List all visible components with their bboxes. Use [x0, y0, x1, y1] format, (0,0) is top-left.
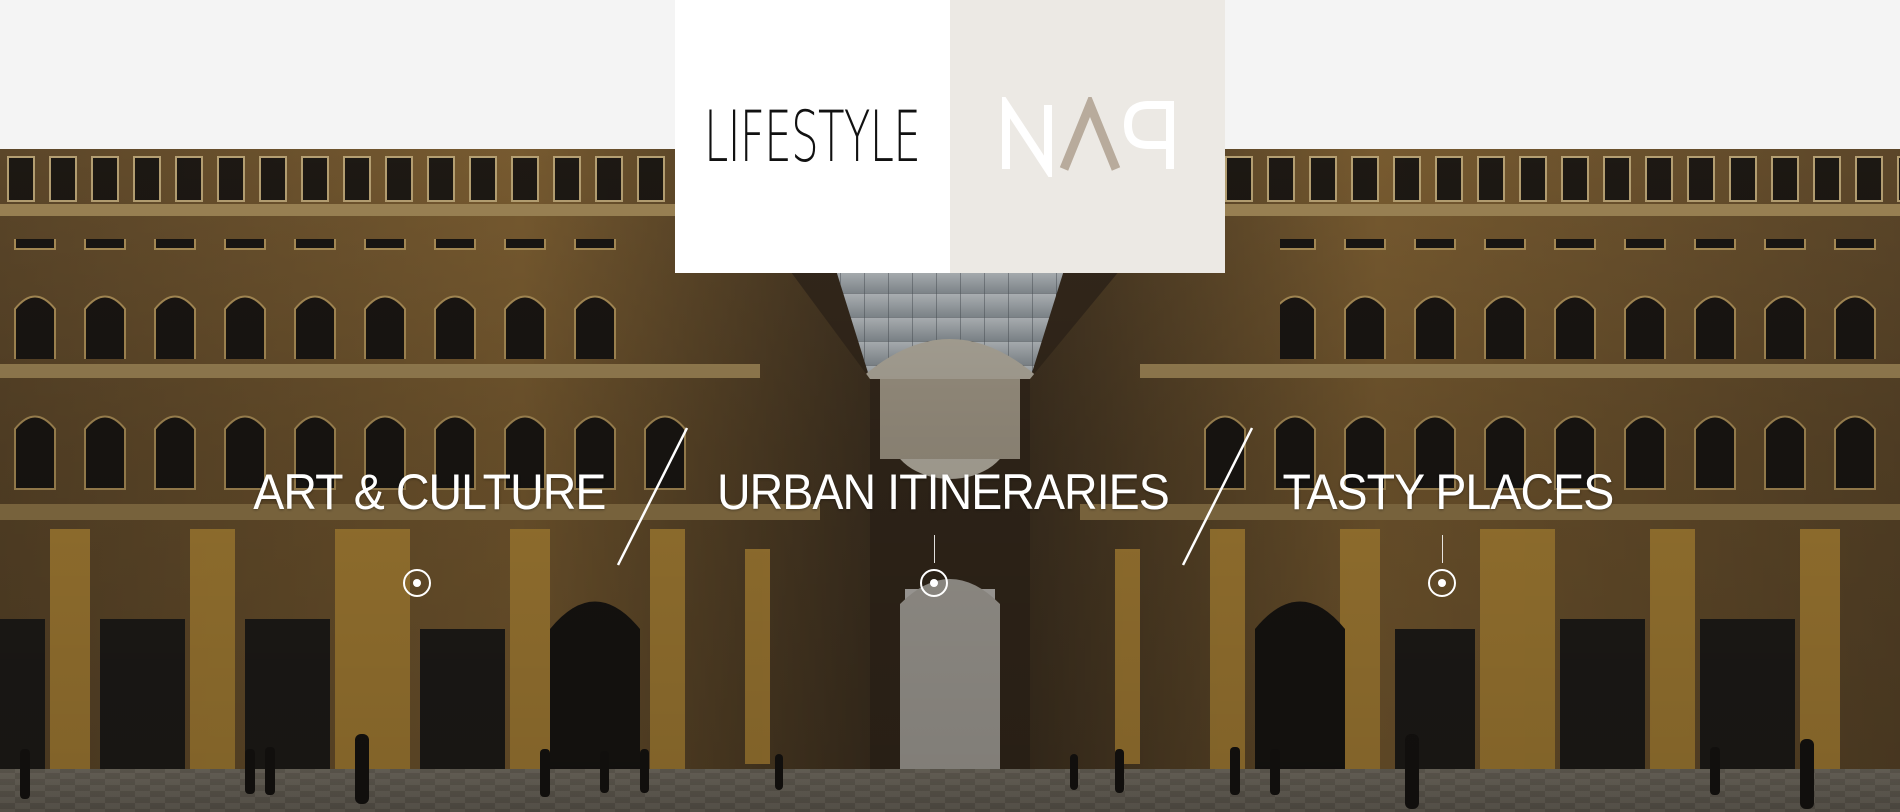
logo-wordmark: LIFESTYLE — [704, 95, 922, 178]
connector-line — [1442, 535, 1443, 563]
logo-right-panel — [950, 0, 1225, 273]
connector-line — [934, 535, 935, 563]
divider-line — [1181, 427, 1254, 566]
category-label: ART & CULTURE — [253, 464, 606, 520]
target-icon[interactable] — [920, 569, 948, 597]
category-urban-itineraries[interactable]: URBAN ITINERARIES — [700, 463, 1170, 521]
logo-left-panel: LIFESTYLE — [675, 0, 950, 273]
category-label: URBAN ITINERARIES — [717, 464, 1170, 520]
target-icon[interactable] — [1428, 569, 1456, 597]
category-art-culture[interactable]: ART & CULTURE — [240, 463, 606, 521]
nap-logo-icon — [1001, 96, 1174, 177]
site-logo[interactable]: LIFESTYLE — [675, 0, 1225, 273]
category-tasty-places[interactable]: TASTY PLACES — [1270, 463, 1615, 521]
divider-line — [616, 427, 689, 566]
category-label: TASTY PLACES — [1282, 464, 1614, 520]
target-icon[interactable] — [403, 569, 431, 597]
